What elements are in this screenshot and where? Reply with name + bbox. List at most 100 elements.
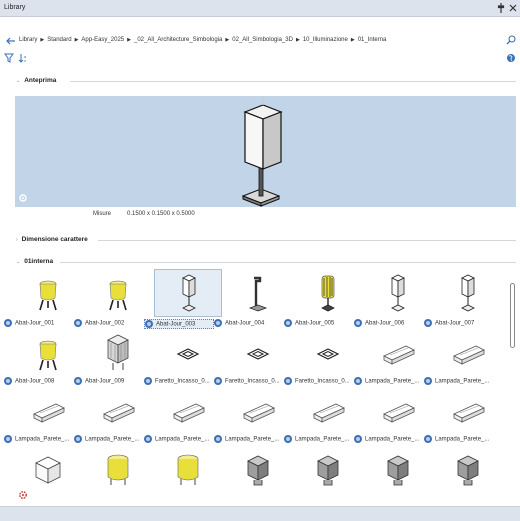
- item-label[interactable]: Abat-Jour_004: [214, 319, 284, 329]
- item-label[interactable]: Abat-Jour_008: [4, 377, 74, 387]
- item-thumbnail[interactable]: [14, 330, 82, 378]
- filter-icon[interactable]: [4, 53, 14, 63]
- wall-lamp-icon: [33, 403, 65, 423]
- item-thumbnail[interactable]: [14, 388, 82, 436]
- search-icon[interactable]: [506, 35, 516, 45]
- breadcrumb-item[interactable]: 01_Interna: [358, 37, 387, 43]
- item-label-text: Abat-Jour_005: [295, 320, 335, 327]
- item-thumbnail[interactable]: [14, 270, 82, 318]
- item-thumbnail[interactable]: [434, 388, 502, 436]
- dimensione-carattere-header[interactable]: › Dimensione carattere: [16, 236, 88, 243]
- pin-icon[interactable]: [495, 2, 507, 14]
- item-thumbnail[interactable]: [434, 330, 502, 378]
- scrollbar[interactable]: [510, 283, 515, 348]
- breadcrumb-item[interactable]: 02_All_Simbologia_3D: [232, 37, 293, 43]
- anteprima-header[interactable]: ⌄ Anteprima: [16, 77, 56, 84]
- item-thumbnail[interactable]: [154, 330, 222, 378]
- group-header[interactable]: ⌄ 01interna: [16, 258, 53, 265]
- lamp-white-icon: [461, 274, 475, 312]
- item-label[interactable]: Abat-Jour_005: [284, 319, 354, 329]
- breadcrumb-item[interactable]: 10_Illuminazione: [303, 37, 348, 43]
- item-label-text: Faretto_Incasso_0...: [225, 378, 280, 385]
- item-label[interactable]: Abat-Jour_007: [424, 319, 494, 329]
- item-label[interactable]: Lampada_Parete_...: [284, 435, 354, 445]
- breadcrumb-item[interactable]: Library: [19, 37, 37, 43]
- cube-lamp-icon: [247, 455, 269, 486]
- wall-lamp-icon: [313, 403, 345, 423]
- item-label[interactable]: Faretto_Incasso_0...: [214, 377, 284, 387]
- item-label[interactable]: Lampada_Parete_...: [354, 377, 424, 387]
- item-label-text: Abat-Jour_008: [15, 378, 55, 385]
- item-thumbnail[interactable]: [154, 269, 222, 317]
- item-label-text: Faretto_Incasso_0...: [155, 378, 210, 385]
- cube-lamp-icon: [457, 455, 479, 486]
- settings-icon[interactable]: [18, 490, 28, 500]
- item-thumbnail[interactable]: [434, 270, 502, 318]
- item-thumbnail[interactable]: [224, 445, 292, 493]
- drum-lamp-icon: [107, 454, 129, 485]
- item-label-text: Abat-Jour_001: [15, 320, 55, 327]
- item-label-text: Faretto_Incasso_0...: [295, 378, 350, 385]
- item-label[interactable]: Abat-Jour_006: [354, 319, 424, 329]
- divider: [60, 262, 516, 263]
- item-thumbnail[interactable]: [154, 388, 222, 436]
- item-label[interactable]: Lampada_Parete_...: [214, 435, 284, 445]
- item-thumbnail[interactable]: [294, 270, 362, 318]
- chevron-right-icon: ▶: [127, 37, 131, 43]
- item-thumbnail[interactable]: [434, 445, 502, 493]
- library-item-icon: [4, 319, 12, 327]
- window-title: Library: [4, 4, 26, 11]
- preview-pane[interactable]: [15, 96, 516, 207]
- item-label[interactable]: Lampada_Parete_...: [354, 435, 424, 445]
- library-item-icon: [214, 319, 222, 327]
- item-label[interactable]: Abat-Jour_002: [74, 319, 144, 329]
- sort-icon[interactable]: az: [18, 53, 28, 63]
- item-thumbnail[interactable]: [294, 388, 362, 436]
- item-thumbnail[interactable]: [364, 388, 432, 436]
- item-thumbnail[interactable]: [84, 445, 152, 493]
- item-thumbnail[interactable]: [84, 330, 152, 378]
- measurements-value: 0.1500 x 0.1500 x 0.5000: [127, 211, 195, 217]
- item-label[interactable]: Abat-Jour_001: [4, 319, 74, 329]
- library-item-icon: [4, 435, 12, 443]
- item-thumbnail[interactable]: [224, 330, 292, 378]
- library-item-icon: [424, 377, 432, 385]
- item-thumbnail[interactable]: [364, 270, 432, 318]
- item-label[interactable]: Faretto_Incasso_0...: [284, 377, 354, 387]
- chevron-down-icon: ⌄: [16, 259, 21, 265]
- drum-lamp-icon: [177, 454, 199, 485]
- item-thumbnail[interactable]: [364, 330, 432, 378]
- item-label[interactable]: Faretto_Incasso_0...: [144, 377, 214, 387]
- item-thumbnail[interactable]: [84, 388, 152, 436]
- settings-icon[interactable]: [18, 193, 28, 203]
- item-label[interactable]: Lampada_Parete_...: [424, 435, 494, 445]
- group-label: 01interna: [24, 258, 54, 265]
- item-thumbnail[interactable]: [154, 445, 222, 493]
- breadcrumb-item[interactable]: Standard: [47, 37, 71, 43]
- measurements-label: Misure: [93, 211, 112, 217]
- item-thumbnail[interactable]: [364, 445, 432, 493]
- item-thumbnail[interactable]: [224, 270, 292, 318]
- globe-icon[interactable]: [506, 53, 516, 63]
- item-label[interactable]: Abat-Jour_009: [74, 377, 144, 387]
- item-label-text: Abat-Jour_007: [435, 320, 475, 327]
- cube-lamp-icon: [387, 455, 409, 486]
- library-item-icon: [74, 435, 82, 443]
- library-item-icon: [145, 320, 153, 328]
- item-label[interactable]: Abat-Jour_003: [144, 319, 214, 329]
- item-thumbnail[interactable]: [14, 445, 82, 493]
- breadcrumb-item[interactable]: _02_All_Architecture_Simbologia: [134, 37, 222, 43]
- item-label[interactable]: Lampada_Parete_...: [4, 435, 74, 445]
- item-label[interactable]: Lampada_Parete_...: [424, 377, 494, 387]
- breadcrumb-item[interactable]: App-Easy_2025: [81, 37, 124, 43]
- back-arrow-icon[interactable]: [6, 36, 16, 46]
- item-thumbnail[interactable]: [294, 330, 362, 378]
- item-label[interactable]: Lampada_Parete_...: [74, 435, 144, 445]
- library-item-icon: [214, 377, 222, 385]
- recessed-spot-icon: [246, 348, 270, 360]
- item-thumbnail[interactable]: [84, 270, 152, 318]
- close-icon[interactable]: [507, 2, 519, 14]
- item-label[interactable]: Lampada_Parete_...: [144, 435, 214, 445]
- item-thumbnail[interactable]: [294, 445, 362, 493]
- item-thumbnail[interactable]: [224, 388, 292, 436]
